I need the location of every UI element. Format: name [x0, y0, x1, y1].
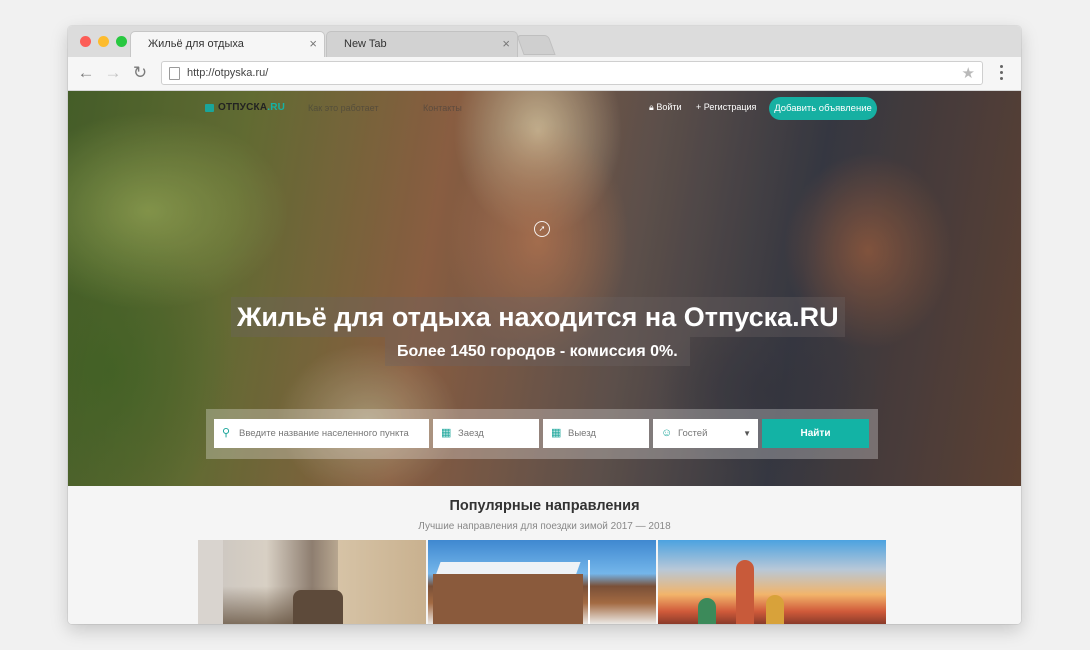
browser-menu-icon[interactable] — [1000, 65, 1003, 80]
destination-card-3[interactable] — [658, 540, 886, 624]
calendar-icon: ▦ — [551, 427, 562, 439]
tab-close-icon[interactable]: × — [502, 36, 510, 51]
map-pin-icon: ⚲ — [222, 427, 231, 439]
logo-tld: .RU — [267, 102, 286, 113]
user-icon: ☺ — [661, 427, 673, 439]
tab-bar: Жильё для отдыха × New Tab × — [68, 26, 1021, 58]
suitcase-icon — [205, 103, 214, 112]
tab-close-icon[interactable]: × — [309, 36, 317, 51]
location-input[interactable]: ⚲ Введите название населенного пункта — [214, 419, 429, 448]
reload-icon[interactable]: ↻ — [130, 63, 150, 83]
guests-label: Гостей — [678, 428, 708, 439]
bookmark-star-icon[interactable]: ★ — [962, 64, 975, 82]
maximize-window-button[interactable] — [116, 36, 127, 47]
logo-name: ОТПУСКА — [218, 102, 268, 113]
hero-section: ОТПУСКА .RU Как это работает Контакты 🔒︎ … — [68, 91, 1021, 486]
nav-link-how-it-works[interactable]: Как это работает — [308, 103, 378, 113]
page-icon — [169, 67, 180, 80]
lock-icon: 🔒︎ — [649, 102, 654, 112]
hero-subtitle: Более 1450 городов - комиссия 0%. — [385, 337, 690, 366]
tab-title: Жильё для отдыха — [148, 38, 244, 50]
checkin-input[interactable]: ▦ Заезд — [433, 419, 539, 448]
site-logo[interactable]: ОТПУСКА .RU — [205, 102, 285, 113]
hero-title: Жильё для отдыха находится на Отпуска.RU — [231, 297, 845, 337]
calendar-icon: ▦ — [441, 427, 452, 439]
login-link[interactable]: 🔒︎ Войти — [649, 102, 682, 113]
login-label: Войти — [656, 102, 682, 112]
minimize-window-button[interactable] — [98, 36, 109, 47]
register-link[interactable]: + Регистрация — [696, 102, 756, 112]
search-form: ⚲ Введите название населенного пункта ▦ … — [206, 409, 878, 459]
find-button[interactable]: Найти — [762, 419, 869, 448]
compass-icon: ➚ — [534, 221, 550, 237]
checkin-placeholder: Заезд — [458, 428, 484, 439]
add-listing-button[interactable]: Добавить объявление — [769, 97, 877, 120]
register-label: Регистрация — [703, 102, 757, 112]
destination-card-2[interactable] — [428, 540, 656, 624]
window-controls — [80, 36, 127, 47]
tab-title: New Tab — [344, 38, 387, 50]
tab-active[interactable]: Жильё для отдыха × — [130, 31, 325, 57]
destination-card-1[interactable] — [198, 540, 426, 624]
checkout-placeholder: Выезд — [568, 428, 596, 439]
back-arrow-icon[interactable]: ← — [76, 63, 96, 83]
section-subtitle: Лучшие направления для поездки зимой 201… — [418, 521, 671, 532]
close-window-button[interactable] — [80, 36, 91, 47]
nav-link-contacts[interactable]: Контакты — [423, 103, 462, 113]
address-bar[interactable]: http://otpyska.ru/ ★ — [161, 61, 983, 85]
checkout-input[interactable]: ▦ Выезд — [543, 419, 649, 448]
browser-window: Жильё для отдыха × New Tab × ← → ↻ http:… — [68, 26, 1021, 624]
forward-arrow-icon[interactable]: → — [103, 63, 123, 83]
tab-new-tab[interactable]: New Tab × — [326, 31, 518, 57]
new-tab-button[interactable] — [516, 35, 556, 55]
popular-destinations: Популярные направления Лучшие направлени… — [68, 486, 1021, 624]
chevron-down-icon: ▼ — [743, 429, 751, 438]
plus-icon: + — [696, 102, 702, 112]
browser-toolbar: ← → ↻ http://otpyska.ru/ ★ — [68, 57, 1021, 91]
guests-select[interactable]: ☺ Гостей ▼ — [653, 419, 758, 448]
location-placeholder: Введите название населенного пункта — [239, 428, 409, 439]
address-url[interactable]: http://otpyska.ru/ — [187, 67, 268, 79]
section-title: Популярные направления — [449, 498, 640, 514]
